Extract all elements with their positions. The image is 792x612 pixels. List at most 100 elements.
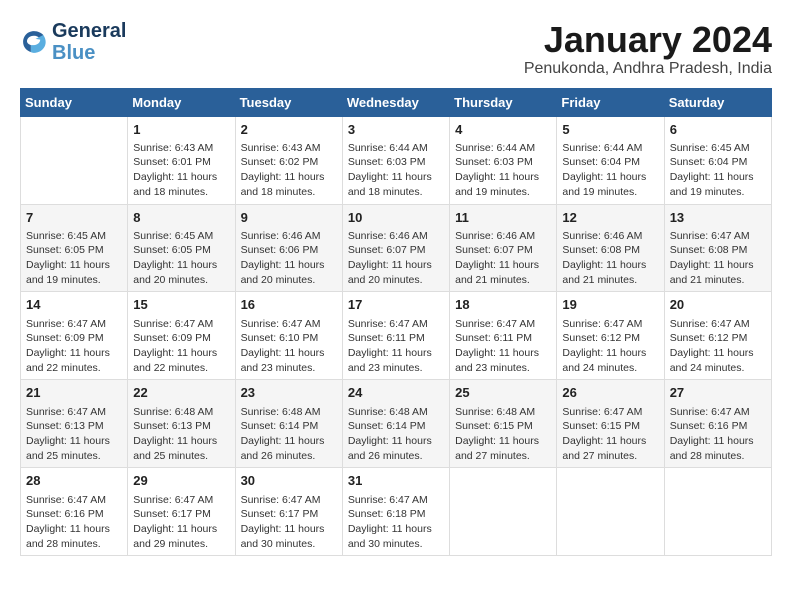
day-info: Sunrise: 6:46 AMSunset: 6:08 PMDaylight:…: [562, 229, 658, 288]
day-cell: 20 Sunrise: 6:47 AMSunset: 6:12 PMDayligh…: [664, 292, 771, 380]
day-cell: 9 Sunrise: 6:46 AMSunset: 6:06 PMDaylight…: [235, 204, 342, 292]
day-number: 18: [455, 296, 551, 314]
day-number: 22: [133, 384, 229, 402]
day-info: Sunrise: 6:43 AMSunset: 6:01 PMDaylight:…: [133, 141, 229, 200]
day-info: Sunrise: 6:46 AMSunset: 6:06 PMDaylight:…: [241, 229, 337, 288]
day-info: Sunrise: 6:45 AMSunset: 6:05 PMDaylight:…: [133, 229, 229, 288]
day-cell: 29Sunrise: 6:47 AMSunset: 6:17 PMDayligh…: [128, 468, 235, 556]
day-info: Sunrise: 6:44 AMSunset: 6:03 PMDaylight:…: [348, 141, 444, 200]
day-number: 25: [455, 384, 551, 402]
day-cell: 23 Sunrise: 6:48 AMSunset: 6:14 PMDayligh…: [235, 380, 342, 468]
day-number: 4: [455, 121, 551, 139]
day-cell: 3 Sunrise: 6:44 AMSunset: 6:03 PMDaylight…: [342, 116, 449, 204]
day-info: Sunrise: 6:44 AMSunset: 6:04 PMDaylight:…: [562, 141, 658, 200]
month-title: January 2024: [524, 20, 772, 60]
day-number: 27: [670, 384, 766, 402]
day-cell: 16 Sunrise: 6:47 AMSunset: 6:10 PMDayligh…: [235, 292, 342, 380]
day-info: Sunrise: 6:47 AMSunset: 6:09 PMDaylight:…: [26, 317, 122, 376]
day-cell: 1 Sunrise: 6:43 AMSunset: 6:01 PMDaylight…: [128, 116, 235, 204]
day-cell: 15Sunrise: 6:47 AMSunset: 6:09 PMDayligh…: [128, 292, 235, 380]
day-number: 17: [348, 296, 444, 314]
day-info: Sunrise: 6:48 AMSunset: 6:15 PMDaylight:…: [455, 405, 551, 464]
day-number: 30: [241, 472, 337, 490]
day-info: Sunrise: 6:43 AMSunset: 6:02 PMDaylight:…: [241, 141, 337, 200]
day-number: 29: [133, 472, 229, 490]
day-number: 26: [562, 384, 658, 402]
day-number: 14: [26, 296, 122, 314]
calendar-table: SundayMondayTuesdayWednesdayThursdayFrid…: [20, 88, 772, 557]
day-number: 10: [348, 209, 444, 227]
day-cell: 19 Sunrise: 6:47 AMSunset: 6:12 PMDayligh…: [557, 292, 664, 380]
day-cell: 2 Sunrise: 6:43 AMSunset: 6:02 PMDaylight…: [235, 116, 342, 204]
day-info: Sunrise: 6:47 AMSunset: 6:10 PMDaylight:…: [241, 317, 337, 376]
day-cell: 18 Sunrise: 6:47 AMSunset: 6:11 PMDayligh…: [450, 292, 557, 380]
day-info: Sunrise: 6:46 AMSunset: 6:07 PMDaylight:…: [348, 229, 444, 288]
logo-line1: General: [52, 20, 126, 42]
day-cell: 17 Sunrise: 6:47 AMSunset: 6:11 PMDayligh…: [342, 292, 449, 380]
day-info: Sunrise: 6:47 AMSunset: 6:11 PMDaylight:…: [348, 317, 444, 376]
day-number: 20: [670, 296, 766, 314]
day-info: Sunrise: 6:47 AMSunset: 6:16 PMDaylight:…: [670, 405, 766, 464]
day-number: 12: [562, 209, 658, 227]
day-info: Sunrise: 6:45 AMSunset: 6:05 PMDaylight:…: [26, 229, 122, 288]
day-number: 3: [348, 121, 444, 139]
day-cell: 26 Sunrise: 6:47 AMSunset: 6:15 PMDayligh…: [557, 380, 664, 468]
day-info: Sunrise: 6:47 AMSunset: 6:12 PMDaylight:…: [562, 317, 658, 376]
day-cell: [664, 468, 771, 556]
page-header: General Blue January 2024 Penukonda, And…: [20, 20, 772, 78]
day-number: 9: [241, 209, 337, 227]
week-row-3: 14 Sunrise: 6:47 AMSunset: 6:09 PMDayligh…: [21, 292, 772, 380]
header-tuesday: Tuesday: [235, 88, 342, 116]
day-cell: 4Sunrise: 6:44 AMSunset: 6:03 PMDaylight…: [450, 116, 557, 204]
title-block: January 2024 Penukonda, Andhra Pradesh, …: [524, 20, 772, 78]
day-cell: 8 Sunrise: 6:45 AMSunset: 6:05 PMDaylight…: [128, 204, 235, 292]
day-number: 11: [455, 209, 551, 227]
day-cell: [450, 468, 557, 556]
day-cell: 31Sunrise: 6:47 AMSunset: 6:18 PMDayligh…: [342, 468, 449, 556]
day-number: 16: [241, 296, 337, 314]
header-sunday: Sunday: [21, 88, 128, 116]
header-monday: Monday: [128, 88, 235, 116]
week-row-4: 21Sunrise: 6:47 AMSunset: 6:13 PMDayligh…: [21, 380, 772, 468]
day-info: Sunrise: 6:47 AMSunset: 6:15 PMDaylight:…: [562, 405, 658, 464]
day-cell: 5Sunrise: 6:44 AMSunset: 6:04 PMDaylight…: [557, 116, 664, 204]
day-info: Sunrise: 6:47 AMSunset: 6:18 PMDaylight:…: [348, 493, 444, 552]
day-info: Sunrise: 6:47 AMSunset: 6:12 PMDaylight:…: [670, 317, 766, 376]
day-info: Sunrise: 6:47 AMSunset: 6:08 PMDaylight:…: [670, 229, 766, 288]
day-cell: 25 Sunrise: 6:48 AMSunset: 6:15 PMDayligh…: [450, 380, 557, 468]
day-info: Sunrise: 6:48 AMSunset: 6:14 PMDaylight:…: [348, 405, 444, 464]
day-number: 24: [348, 384, 444, 402]
day-cell: [21, 116, 128, 204]
calendar-header-row: SundayMondayTuesdayWednesdayThursdayFrid…: [21, 88, 772, 116]
day-cell: 13 Sunrise: 6:47 AMSunset: 6:08 PMDayligh…: [664, 204, 771, 292]
day-number: 1: [133, 121, 229, 139]
day-info: Sunrise: 6:47 AMSunset: 6:11 PMDaylight:…: [455, 317, 551, 376]
day-number: 7: [26, 209, 122, 227]
week-row-2: 7 Sunrise: 6:45 AMSunset: 6:05 PMDaylight…: [21, 204, 772, 292]
location-subtitle: Penukonda, Andhra Pradesh, India: [524, 60, 772, 78]
day-number: 2: [241, 121, 337, 139]
day-number: 8: [133, 209, 229, 227]
logo-icon: [20, 28, 48, 56]
day-cell: 7 Sunrise: 6:45 AMSunset: 6:05 PMDaylight…: [21, 204, 128, 292]
day-number: 28: [26, 472, 122, 490]
day-number: 19: [562, 296, 658, 314]
day-number: 23: [241, 384, 337, 402]
logo-line2: Blue: [52, 42, 126, 64]
day-cell: 14 Sunrise: 6:47 AMSunset: 6:09 PMDayligh…: [21, 292, 128, 380]
day-info: Sunrise: 6:48 AMSunset: 6:14 PMDaylight:…: [241, 405, 337, 464]
day-cell: 21Sunrise: 6:47 AMSunset: 6:13 PMDayligh…: [21, 380, 128, 468]
day-info: Sunrise: 6:45 AMSunset: 6:04 PMDaylight:…: [670, 141, 766, 200]
header-saturday: Saturday: [664, 88, 771, 116]
day-info: Sunrise: 6:47 AMSunset: 6:16 PMDaylight:…: [26, 493, 122, 552]
day-cell: 10 Sunrise: 6:46 AMSunset: 6:07 PMDayligh…: [342, 204, 449, 292]
day-cell: 22Sunrise: 6:48 AMSunset: 6:13 PMDayligh…: [128, 380, 235, 468]
day-cell: 27 Sunrise: 6:47 AMSunset: 6:16 PMDayligh…: [664, 380, 771, 468]
day-cell: 6 Sunrise: 6:45 AMSunset: 6:04 PMDaylight…: [664, 116, 771, 204]
logo: General Blue: [20, 20, 126, 64]
day-number: 6: [670, 121, 766, 139]
day-cell: 12 Sunrise: 6:46 AMSunset: 6:08 PMDayligh…: [557, 204, 664, 292]
week-row-5: 28 Sunrise: 6:47 AMSunset: 6:16 PMDayligh…: [21, 468, 772, 556]
day-number: 13: [670, 209, 766, 227]
day-cell: 11Sunrise: 6:46 AMSunset: 6:07 PMDayligh…: [450, 204, 557, 292]
